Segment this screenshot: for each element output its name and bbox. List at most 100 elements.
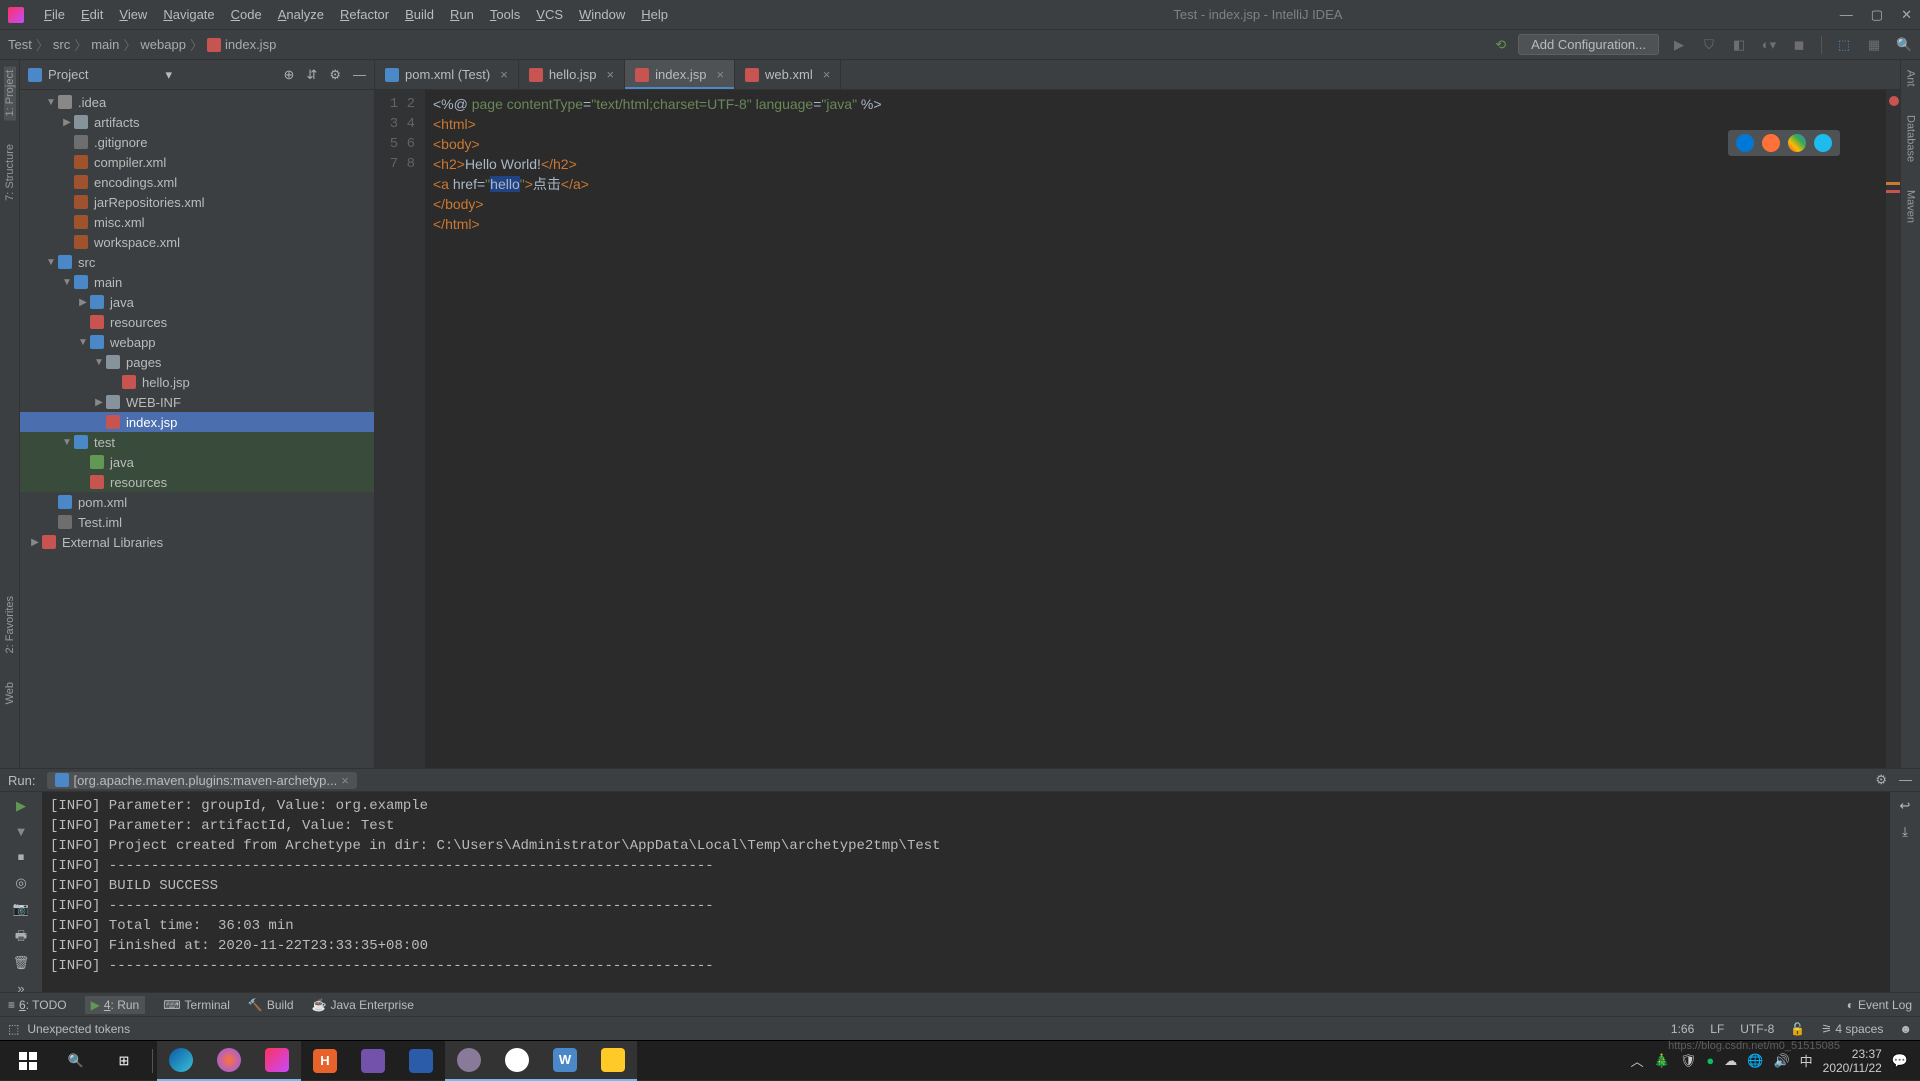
firefox-taskbar-icon[interactable] — [205, 1041, 253, 1081]
tray-chevron-icon[interactable]: ︿ — [1631, 1051, 1644, 1070]
status-icon[interactable]: ⬚ — [8, 1022, 19, 1036]
tree-node-encodings-xml[interactable]: encodings.xml — [20, 172, 374, 192]
menu-build[interactable]: Build — [397, 7, 442, 22]
restart-icon[interactable]: ⏹ — [12, 849, 30, 865]
close-tab-icon[interactable]: × — [500, 67, 508, 82]
menu-vcs[interactable]: VCS — [528, 7, 571, 22]
menu-run[interactable]: Run — [442, 7, 482, 22]
structure-icon[interactable]: ▦ — [1866, 37, 1882, 53]
tree-node-index-jsp[interactable]: index.jsp — [20, 412, 374, 432]
tree-arrow-icon[interactable]: ▶ — [92, 397, 106, 408]
menu-code[interactable]: Code — [223, 7, 270, 22]
coverage-icon[interactable]: ◧ — [1731, 37, 1747, 53]
tree-arrow-icon[interactable]: ▼ — [60, 277, 74, 288]
filter-icon[interactable]: ◎ — [12, 875, 30, 891]
tree-node-resources[interactable]: resources — [20, 312, 374, 332]
tree-node-test[interactable]: ▼test — [20, 432, 374, 452]
breadcrumb-item[interactable]: index.jsp — [207, 37, 276, 53]
tree-node-src[interactable]: ▼src — [20, 252, 374, 272]
error-mark[interactable] — [1886, 190, 1900, 193]
menu-tools[interactable]: Tools — [482, 7, 528, 22]
run-settings-icon[interactable]: ⚙ — [1875, 772, 1887, 788]
build-icon[interactable]: ⟲ — [1495, 37, 1506, 53]
profile-icon[interactable]: ◐▾ — [1761, 37, 1777, 53]
tree-arrow-icon[interactable]: ▼ — [60, 437, 74, 448]
tree-node-artifacts[interactable]: ▶artifacts — [20, 112, 374, 132]
avatar-taskbar-icon[interactable] — [445, 1041, 493, 1081]
tree-node-main[interactable]: ▼main — [20, 272, 374, 292]
tree-node-web-inf[interactable]: ▶WEB-INF — [20, 392, 374, 412]
close-tab-icon[interactable]: × — [607, 67, 615, 82]
select-opened-icon[interactable]: ▾ — [166, 67, 173, 83]
tray-volume-icon[interactable]: 🔊 — [1773, 1053, 1789, 1069]
ant-tool-button[interactable]: Ant — [1905, 66, 1917, 91]
tray-network-icon[interactable]: 🌐 — [1747, 1053, 1763, 1069]
search-button[interactable]: 🔍 — [52, 1041, 100, 1081]
edge-taskbar-icon[interactable] — [157, 1041, 205, 1081]
tree-arrow-icon[interactable]: ▼ — [76, 337, 90, 348]
vscode-taskbar-icon[interactable] — [349, 1041, 397, 1081]
menu-navigate[interactable]: Navigate — [155, 7, 222, 22]
caret-position[interactable]: 1:66 — [1671, 1022, 1694, 1036]
error-stripe[interactable] — [1886, 90, 1900, 768]
tree-node-pages[interactable]: ▼pages — [20, 352, 374, 372]
todo-tool-button[interactable]: ≡6: TODO — [8, 998, 67, 1012]
menu-edit[interactable]: Edit — [73, 7, 111, 22]
tree-node-resources[interactable]: resources — [20, 472, 374, 492]
tray-ime-icon[interactable]: 中 — [1800, 1051, 1813, 1070]
favorites-tool-button[interactable]: 2: Favorites — [4, 592, 16, 657]
run-icon[interactable]: ▶ — [1671, 37, 1687, 53]
breadcrumb[interactable]: Test〉src〉main〉webapp〉index.jsp — [8, 35, 276, 54]
menu-view[interactable]: View — [111, 7, 155, 22]
readonly-icon[interactable]: 🔓 — [1790, 1022, 1805, 1036]
search-everywhere-icon[interactable]: 🔍 — [1896, 37, 1912, 53]
tree-node-test-iml[interactable]: Test.iml — [20, 512, 374, 532]
menu-refactor[interactable]: Refactor — [332, 7, 397, 22]
java-ee-tool-button[interactable]: ☕Java Enterprise — [312, 998, 414, 1012]
breadcrumb-item[interactable]: webapp — [140, 37, 186, 52]
ie-icon[interactable] — [1814, 134, 1832, 152]
breadcrumb-item[interactable]: Test — [8, 37, 32, 52]
task-view-button[interactable]: ⊞ — [100, 1041, 148, 1081]
web-tool-button[interactable]: Web — [4, 678, 16, 708]
hbuilder-taskbar-icon[interactable]: H — [301, 1041, 349, 1081]
build-tool-button[interactable]: 🔨Build — [248, 998, 294, 1012]
line-separator[interactable]: LF — [1710, 1022, 1724, 1036]
expand-all-icon[interactable]: ⇵ — [306, 67, 317, 83]
update-icon[interactable]: ⬚ — [1836, 37, 1852, 53]
run-tool-button[interactable]: ▶4: Run — [85, 996, 146, 1014]
tab-pom-xml-test-[interactable]: pom.xml (Test)× — [375, 60, 519, 89]
project-tool-button[interactable]: 1: Project — [4, 66, 16, 120]
run-hide-icon[interactable]: — — [1899, 772, 1912, 788]
menu-help[interactable]: Help — [633, 7, 676, 22]
warning-mark[interactable] — [1886, 182, 1900, 185]
tree-arrow-icon[interactable]: ▶ — [28, 537, 42, 548]
tree-arrow-icon[interactable]: ▶ — [76, 297, 90, 308]
explorer-taskbar-icon[interactable] — [589, 1041, 637, 1081]
tree-node-hello-jsp[interactable]: hello.jsp — [20, 372, 374, 392]
tree-node-java[interactable]: java — [20, 452, 374, 472]
tree-node-external-libraries[interactable]: ▶External Libraries — [20, 532, 374, 552]
menu-file[interactable]: File — [36, 7, 73, 22]
stop-icon[interactable]: ◼ — [1791, 37, 1807, 53]
debug-icon[interactable]: ⛉ — [1701, 37, 1717, 53]
notification-icon[interactable]: 💬 — [1892, 1053, 1908, 1069]
firefox-icon[interactable] — [1762, 134, 1780, 152]
tree-arrow-icon[interactable]: ▼ — [92, 357, 106, 368]
close-tab-icon[interactable]: × — [341, 773, 349, 788]
add-configuration-button[interactable]: Add Configuration... — [1518, 34, 1659, 55]
tree-node--gitignore[interactable]: .gitignore — [20, 132, 374, 152]
chrome-icon[interactable] — [1788, 134, 1806, 152]
file-encoding[interactable]: UTF-8 — [1740, 1022, 1774, 1036]
menu-analyze[interactable]: Analyze — [270, 7, 332, 22]
tree-arrow-icon[interactable]: ▼ — [44, 257, 58, 268]
tree-node-java[interactable]: ▶java — [20, 292, 374, 312]
tree-node-misc-xml[interactable]: misc.xml — [20, 212, 374, 232]
close-icon[interactable]: ✕ — [1901, 7, 1912, 23]
tab-hello-jsp[interactable]: hello.jsp× — [519, 60, 625, 89]
trash-icon[interactable]: 🗑 — [12, 955, 30, 971]
minimize-icon[interactable]: — — [1840, 7, 1853, 23]
code-editor[interactable]: <%@ page contentType="text/html;charset=… — [425, 90, 1886, 768]
run-console[interactable]: [INFO] Parameter: groupId, Value: org.ex… — [42, 792, 1890, 992]
project-tree[interactable]: ▼.idea▶artifacts.gitignorecompiler.xmlen… — [20, 90, 374, 768]
